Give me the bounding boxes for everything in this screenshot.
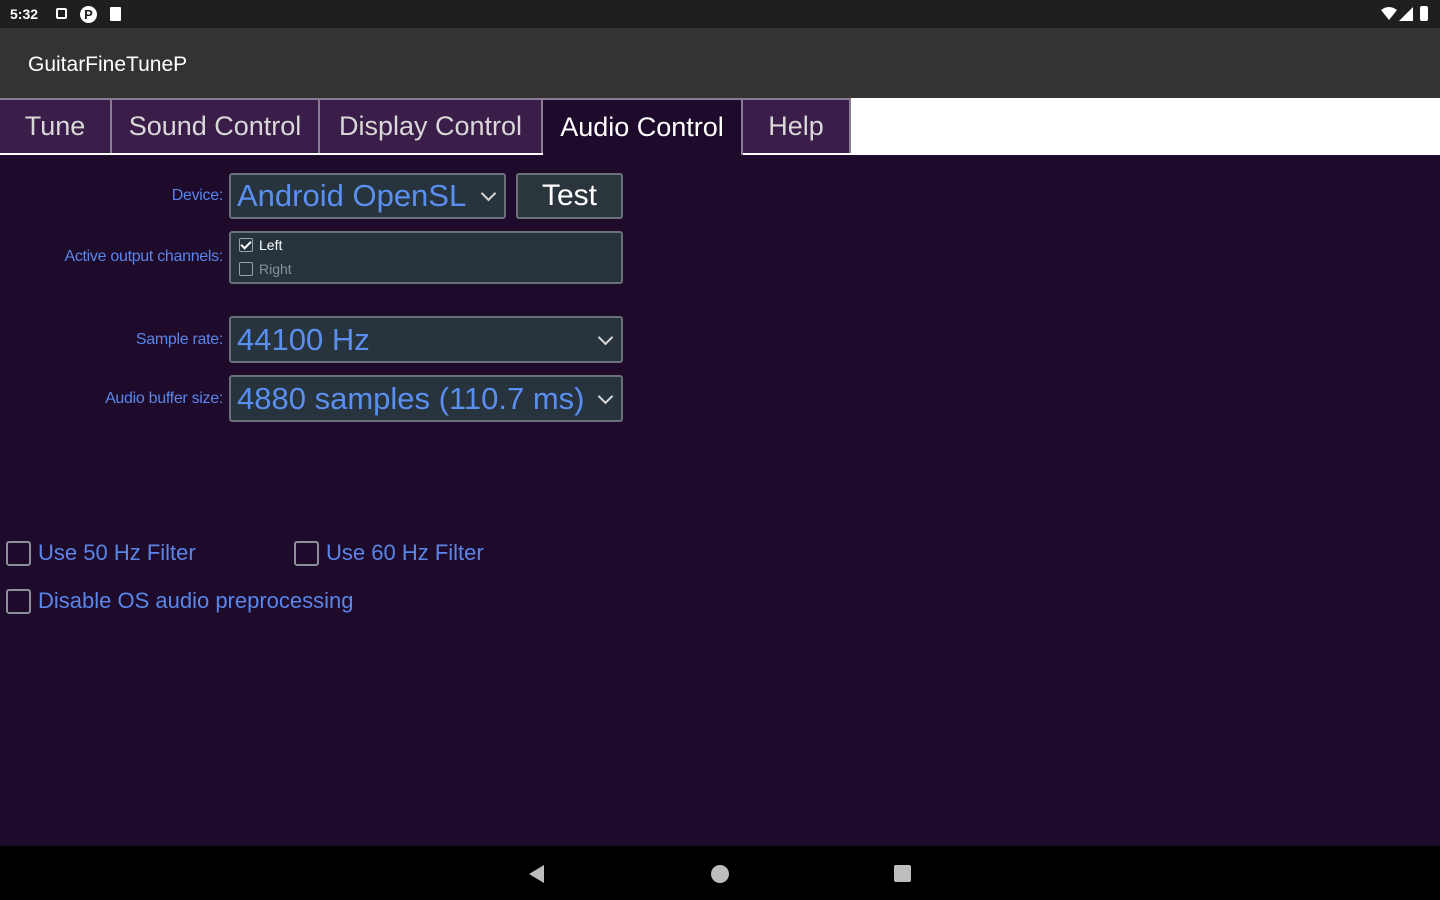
battery-icon [1420, 6, 1428, 21]
sample-rate-select[interactable]: 44100 Hz [229, 316, 623, 363]
filter-60hz-option[interactable]: Use 60 Hz Filter [294, 540, 484, 566]
checkbox-icon[interactable] [6, 540, 31, 566]
status-bar: 5:32 P [0, 0, 1440, 28]
device-select[interactable]: Android OpenSL [229, 173, 506, 219]
chevron-down-icon [597, 388, 614, 404]
cell-signal-icon [1399, 7, 1413, 21]
chevron-down-icon [480, 185, 497, 202]
buffer-size-select[interactable]: 4880 samples (110.7 ms) [229, 375, 623, 422]
channel-right-label: Right [259, 261, 292, 277]
nav-back-icon[interactable] [529, 865, 544, 883]
buffer-size-label: Audio buffer size: [105, 390, 223, 407]
app-title: GuitarFineTuneP [28, 53, 188, 76]
test-button[interactable]: Test [516, 173, 623, 219]
tab-bar: Tune Sound Control Display Control Audio… [0, 98, 1440, 155]
sd-card-icon [110, 7, 121, 21]
p-badge-icon: P [80, 6, 97, 23]
checkbox-icon[interactable] [239, 238, 253, 252]
disable-preprocessing-label: Disable OS audio preprocessing [38, 588, 354, 613]
channel-left-label: Left [259, 237, 283, 253]
sample-rate-label: Sample rate: [135, 331, 223, 348]
notification-square-icon [56, 8, 67, 19]
output-channels-list: Left Right [229, 231, 623, 284]
checkbox-icon[interactable] [239, 262, 253, 276]
disable-preprocessing-option[interactable]: Disable OS audio preprocessing [6, 588, 354, 614]
wifi-icon [1381, 7, 1397, 20]
tab-display-control[interactable]: Display Control [320, 98, 543, 153]
checkbox-icon[interactable] [294, 540, 319, 566]
tab-help[interactable]: Help [743, 98, 851, 153]
nav-home-icon[interactable] [711, 865, 729, 883]
device-value: Android OpenSL [237, 178, 467, 213]
tab-sound-control[interactable]: Sound Control [112, 98, 320, 153]
channel-left-item[interactable]: Left [239, 237, 282, 253]
channel-right-item[interactable]: Right [239, 261, 292, 277]
tab-audio-control[interactable]: Audio Control [543, 98, 743, 155]
system-nav-bar [0, 846, 1440, 900]
chevron-down-icon [597, 329, 614, 345]
buffer-size-value: 4880 samples (110.7 ms) [237, 380, 585, 416]
checkbox-icon[interactable] [6, 588, 31, 614]
sample-rate-value: 44100 Hz [237, 321, 370, 357]
filter-50hz-label: Use 50 Hz Filter [38, 540, 196, 565]
filter-50hz-option[interactable]: Use 50 Hz Filter [6, 540, 196, 566]
device-label: Device: [171, 187, 224, 204]
status-time: 5:32 [10, 6, 39, 22]
app-bar: GuitarFineTuneP [0, 28, 1440, 98]
tab-tune[interactable]: Tune [0, 98, 112, 153]
nav-recents-icon[interactable] [894, 865, 911, 882]
channels-label: Active output channels: [64, 248, 223, 265]
filter-60hz-label: Use 60 Hz Filter [326, 540, 484, 565]
